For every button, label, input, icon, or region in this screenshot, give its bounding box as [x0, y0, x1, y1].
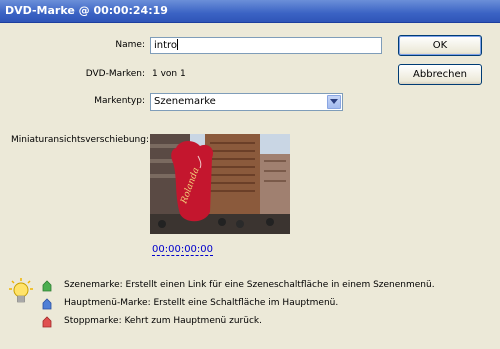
name-input-value: intro	[154, 40, 178, 51]
scene-marker-icon	[42, 280, 52, 292]
thumbnail-timecode[interactable]: 00:00:00:00	[152, 244, 214, 256]
main-menu-marker-icon	[42, 298, 52, 310]
lightbulb-icon	[8, 277, 34, 310]
window-title: DVD-Marke @ 00:00:24:19	[5, 4, 168, 17]
title-bar[interactable]: DVD-Marke @ 00:00:24:19	[0, 0, 500, 23]
thumbnail-image: Rolanda	[150, 134, 290, 234]
mark-type-selected: Szenemarke	[154, 96, 216, 107]
thumbnail-offset-label: Miniaturansichtsverschiebung:	[11, 135, 150, 145]
dvd-marks-label: DVD-Marken:	[85, 69, 145, 79]
help-text-scene-marker: Szenemarke: Erstellt einen Link für eine…	[64, 280, 435, 290]
name-input[interactable]: intro	[150, 37, 382, 54]
dialog-body: Name: intro DVD-Marken: 1 von 1 Markenty…	[0, 23, 500, 349]
text-caret	[177, 39, 179, 50]
help-text-stop-marker: Stoppmarke: Kehrt zum Hauptmenü zurück.	[64, 316, 262, 326]
chevron-down-icon[interactable]	[327, 95, 341, 109]
stop-marker-icon	[42, 316, 52, 328]
name-label: Name:	[115, 40, 145, 50]
help-text-main-menu-marker: Hauptmenü-Marke: Erstellt eine Schaltflä…	[64, 298, 339, 308]
ok-button[interactable]: OK	[398, 35, 482, 56]
mark-type-label: Markentyp:	[94, 96, 145, 106]
cancel-button[interactable]: Abbrechen	[398, 64, 482, 85]
mark-type-dropdown[interactable]: Szenemarke	[150, 93, 343, 111]
thumbnail-preview: Rolanda	[150, 134, 290, 234]
dvd-marks-value: 1 von 1	[152, 69, 186, 79]
